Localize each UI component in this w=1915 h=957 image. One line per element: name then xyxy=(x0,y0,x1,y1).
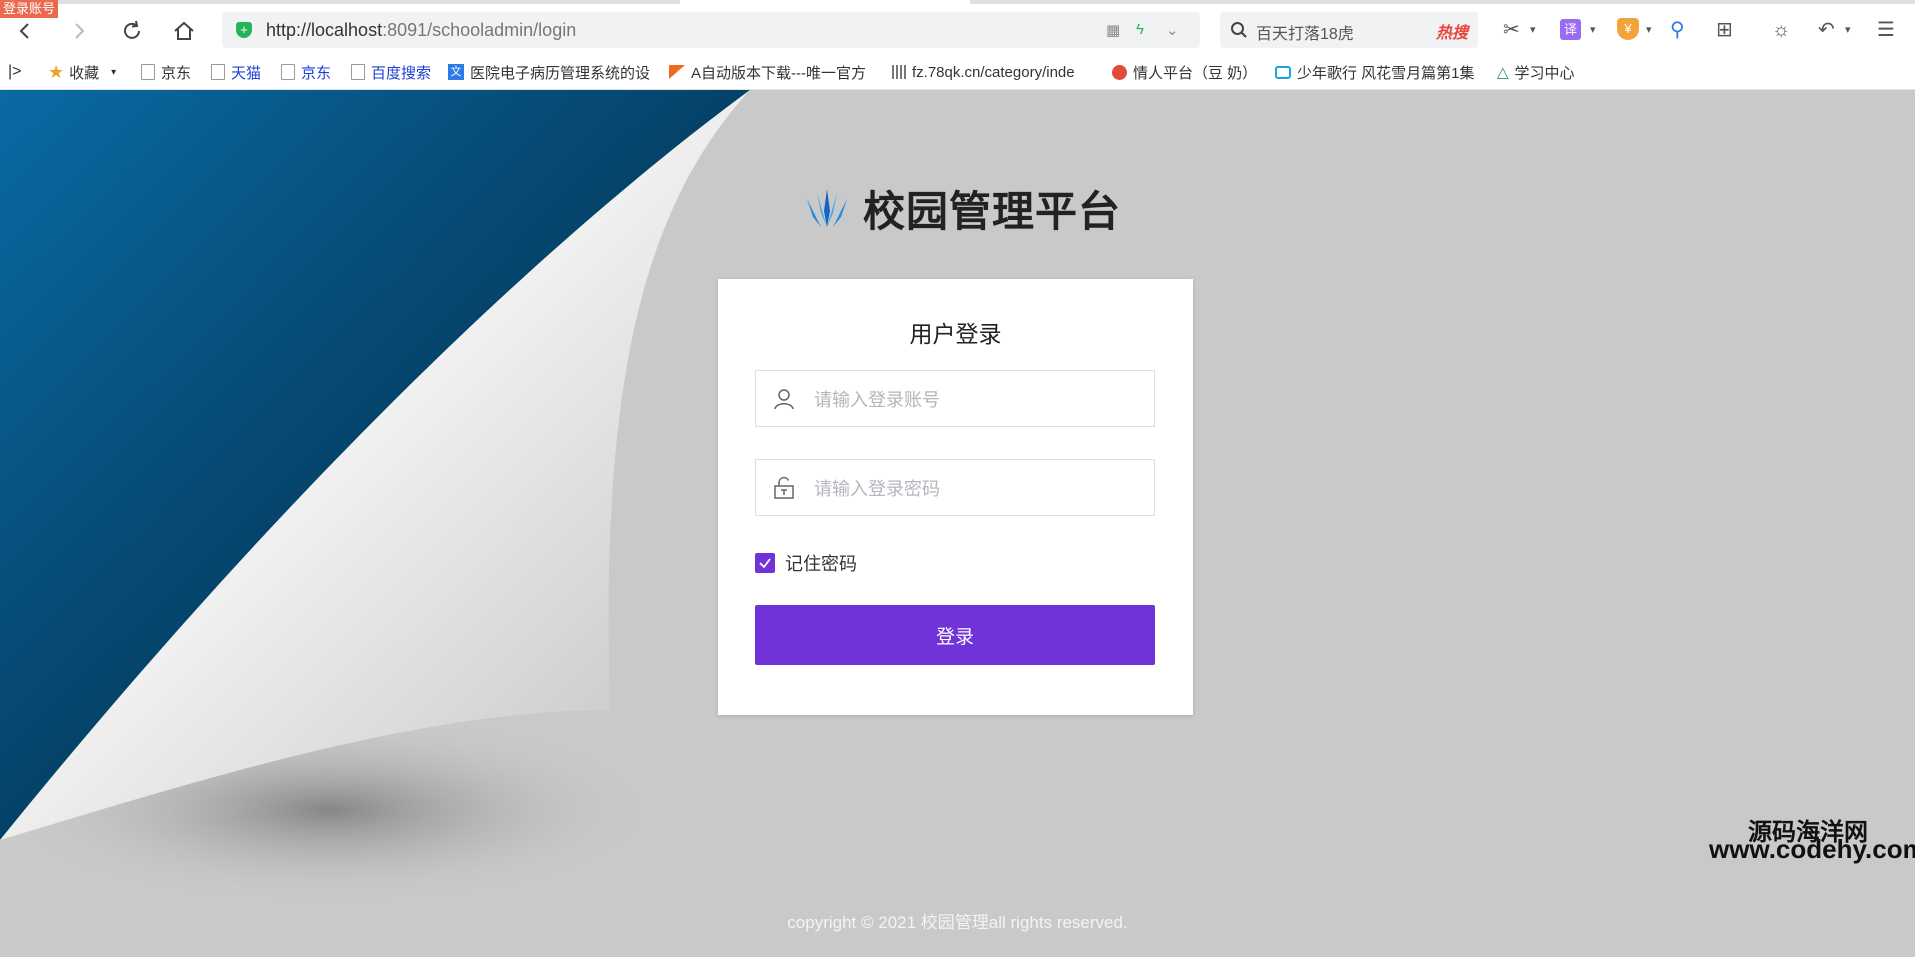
qr-code-icon[interactable]: ▦ xyxy=(1106,21,1120,39)
login-card: 用户登录 记住密码 登录 xyxy=(718,279,1193,715)
shield-yen-icon[interactable]: ¥ xyxy=(1617,18,1639,40)
login-button[interactable]: 登录 xyxy=(755,605,1155,665)
address-bar[interactable]: + http://localhost:8091/schooladmin/logi… xyxy=(222,12,1200,48)
app-logo: 校园管理平台 xyxy=(805,178,1121,239)
password-field[interactable] xyxy=(755,459,1155,516)
scissors-dropdown-icon[interactable]: ▾ xyxy=(1530,18,1536,42)
page-icon xyxy=(281,64,295,80)
site-icon xyxy=(1112,64,1127,80)
login-page: 校园管理平台 用户登录 记住密码 登录 copyright © 2021 校园管… xyxy=(0,90,1915,957)
lightning-icon[interactable]: ϟ xyxy=(1136,21,1144,38)
bookmark-label: fz.78qk.cn/category/inde xyxy=(912,63,1075,81)
bookmark-label: 百度搜索 xyxy=(371,64,432,82)
remember-password-label[interactable]: 记住密码 xyxy=(785,550,857,576)
password-input[interactable] xyxy=(812,472,1136,506)
search-box[interactable]: 百天打落18虎 热搜 xyxy=(1220,12,1478,48)
search-query: 百天打落18虎 xyxy=(1256,26,1354,43)
bookmarks-bar: |> ★ 收藏 ▾ 京东 天猫 京东 百度搜索 文医院电子病历管理系统的设 A自动版… xyxy=(0,54,1915,90)
lock-icon xyxy=(774,476,794,499)
site-icon xyxy=(669,65,685,79)
translate-icon[interactable]: 译 xyxy=(1560,19,1581,40)
bookmark-label: 少年歌行 风花雪月篇第1集 xyxy=(1297,64,1475,82)
bookmark-tmall[interactable]: 天猫 xyxy=(211,61,261,83)
bookmark-label: 学习中心 xyxy=(1514,64,1575,82)
bookmark-hospital[interactable]: 文医院电子病历管理系统的设 xyxy=(448,61,653,83)
forward-button[interactable] xyxy=(64,16,94,46)
checkbox-checked-icon[interactable] xyxy=(755,553,775,573)
bookmark-study[interactable]: △ 学习中心 xyxy=(1497,61,1575,83)
reload-icon xyxy=(124,20,140,39)
shield-dropdown-icon[interactable]: ▾ xyxy=(1646,18,1652,42)
hot-search-label[interactable]: 热搜 xyxy=(1436,19,1468,43)
bookmark-baidu[interactable]: 百度搜索 xyxy=(351,61,431,83)
undo-icon[interactable]: ↶ xyxy=(1818,18,1835,42)
check-icon xyxy=(759,558,771,569)
site-icon xyxy=(1275,65,1291,79)
username-field[interactable] xyxy=(755,370,1155,427)
home-button[interactable] xyxy=(169,16,199,46)
username-input[interactable] xyxy=(812,383,1136,417)
undo-dropdown-icon[interactable]: ▾ xyxy=(1845,18,1851,42)
bookmark-label: 情人平台（豆 奶） xyxy=(1133,64,1258,82)
forward-arrow-icon xyxy=(75,23,85,39)
site-icon: △ xyxy=(1497,64,1509,81)
remember-password-checkbox[interactable]: 记住密码 xyxy=(755,550,857,576)
scissors-icon[interactable]: ✂ xyxy=(1503,18,1520,42)
star-icon: ★ xyxy=(48,61,65,82)
bookmark-label: 天猫 xyxy=(231,64,262,82)
page-title-badge: 登录账号 xyxy=(0,0,59,18)
magnifier-icon[interactable]: ⚲ xyxy=(1670,18,1685,42)
logo-icon xyxy=(807,188,847,227)
chevron-down-icon[interactable]: ⌄ xyxy=(1166,21,1179,39)
back-arrow-icon xyxy=(19,23,29,39)
bookmark-label: 收藏 xyxy=(69,64,100,82)
browser-toolbar: + http://localhost:8091/schooladmin/logi… xyxy=(0,4,1915,54)
chevron-down-icon: ▾ xyxy=(111,66,117,78)
search-icon xyxy=(1231,22,1247,38)
bookmark-jd[interactable]: 京东 xyxy=(141,61,191,83)
page-icon xyxy=(351,64,365,80)
footer-copyright: copyright © 2021 校园管理all rights reserved… xyxy=(787,913,1128,932)
bookmark-douyin[interactable]: 情人平台（豆 奶） xyxy=(1112,61,1257,83)
watermark-url: www.codehy.com xyxy=(1709,834,1915,864)
url-host: http://localhost xyxy=(266,20,383,40)
app-title: 校园管理平台 xyxy=(863,188,1122,235)
home-icon xyxy=(174,21,194,40)
menu-icon[interactable]: ☰ xyxy=(1877,18,1895,42)
bookmark-download[interactable]: A自动版本下载---唯一官方 xyxy=(669,61,874,83)
secure-shield-icon: + xyxy=(236,22,252,38)
site-icon xyxy=(892,65,906,79)
site-icon: 文 xyxy=(448,64,464,80)
apps-grid-icon[interactable]: ⊞ xyxy=(1716,18,1733,42)
bookmark-78qk[interactable]: fz.78qk.cn/category/inde xyxy=(892,61,1092,83)
translate-dropdown-icon[interactable]: ▾ xyxy=(1590,18,1596,42)
back-button[interactable] xyxy=(10,16,40,46)
sidebar-toggle-icon[interactable]: |> xyxy=(8,61,22,83)
bookmark-favorites[interactable]: ★ 收藏 ▾ xyxy=(48,61,116,83)
url-text[interactable]: http://localhost:8091/schooladmin/login xyxy=(266,20,576,41)
user-icon xyxy=(774,389,794,410)
url-path: :8091/schooladmin/login xyxy=(382,20,577,40)
bookmark-label: 医院电子病历管理系统的设 xyxy=(470,64,651,82)
login-heading: 用户登录 xyxy=(909,321,1002,347)
bookmark-jd-2[interactable]: 京东 xyxy=(281,61,331,83)
page-icon xyxy=(211,64,225,80)
bookmark-label: A自动版本下载---唯一官方 xyxy=(691,64,866,82)
bookmark-label: 京东 xyxy=(161,64,192,82)
bookmark-bilibili[interactable]: 少年歌行 风花雪月篇第1集 xyxy=(1275,61,1480,83)
reload-button[interactable] xyxy=(117,16,147,46)
brightness-icon[interactable]: ☼ xyxy=(1772,18,1790,42)
page-icon xyxy=(141,64,155,80)
bookmark-label: 京东 xyxy=(301,64,332,82)
